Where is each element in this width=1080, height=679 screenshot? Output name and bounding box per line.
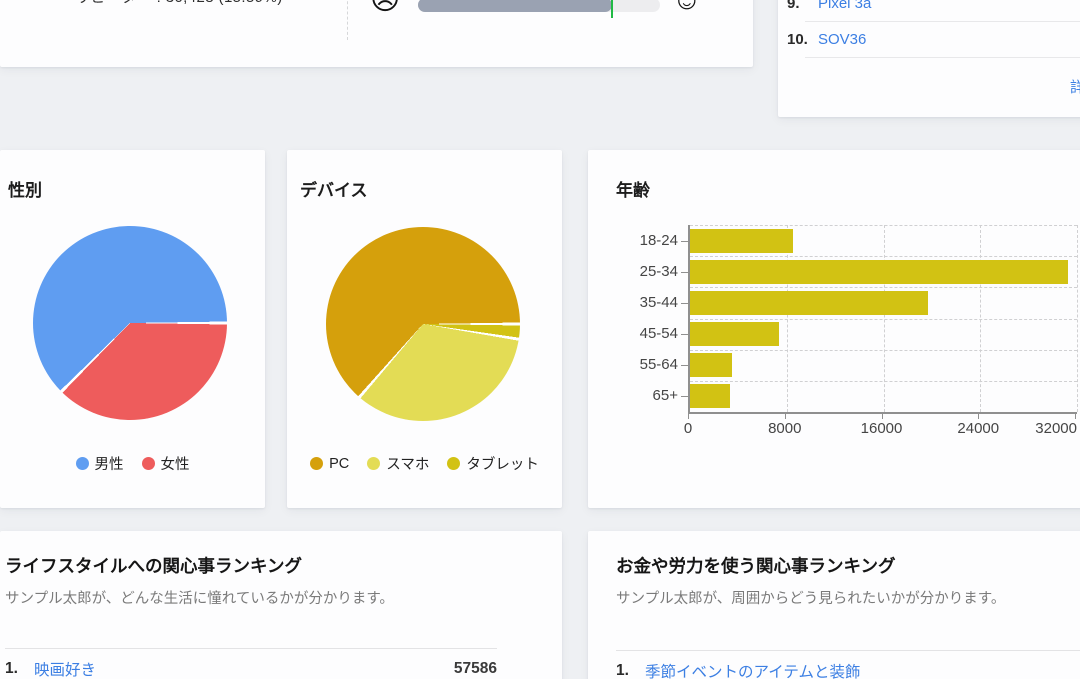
- horizontal-gridline: [690, 350, 1077, 351]
- top-ranking-card: 9.Pixel 3a10.SOV36 詳: [778, 0, 1080, 117]
- list-divider: [805, 57, 1080, 58]
- money-ranking-card: お金や労力を使う関心事ランキング サンプル太郎が、周囲からどう見られたいかが分か…: [588, 531, 1080, 679]
- frown-face-icon: ☹: [370, 0, 400, 15]
- horizontal-gridline: [690, 381, 1077, 382]
- lifestyle-ranking-subtitle: サンプル太郎が、どんな生活に憧れているかが分かります。: [5, 587, 394, 608]
- money-ranking-title: お金や労力を使う関心事ランキング: [616, 553, 895, 578]
- y-axis-tick: [681, 303, 688, 304]
- lifestyle-ranking-card: ライフスタイルへの関心事ランキング サンプル太郎が、どんな生活に憧れているかが分…: [0, 531, 562, 679]
- slider-marker-handle[interactable]: [611, 0, 613, 18]
- visitor-stats-card: リピーター : 30,428 (15.59%) ☹ ☺: [0, 0, 753, 67]
- x-axis-label: 16000: [861, 420, 903, 437]
- section-divider: [347, 0, 348, 40]
- gender-pie-chart: [33, 226, 227, 420]
- repeater-stat-text: リピーター : 30,428 (15.59%): [75, 0, 283, 8]
- vertical-gridline: [1077, 225, 1078, 412]
- ranking-row: 1. 映画好き 57586: [5, 658, 497, 679]
- device-card-title: デバイス: [300, 176, 368, 201]
- smile-face-icon: ☺: [672, 0, 702, 15]
- legend-item[interactable]: スマホ: [367, 453, 429, 474]
- age-bar-45-54: [690, 322, 779, 346]
- gender-card-title: 性別: [8, 176, 42, 201]
- legend-item[interactable]: 男性: [76, 453, 124, 474]
- age-bar-18-24: [690, 229, 793, 253]
- age-chart-card: 年齢 18-24 25-34 35-44 45-54 55-64 65+ 0 8000 1600…: [588, 150, 1080, 508]
- money-item-link[interactable]: 季節イベントのアイテムと装飾: [645, 660, 860, 679]
- x-axis-tick: [785, 414, 786, 419]
- legend-color-dot: [447, 457, 460, 470]
- age-bar-25-34: [690, 260, 1068, 284]
- y-axis-label: 45-54: [588, 326, 678, 342]
- legend-item[interactable]: PC: [310, 453, 349, 474]
- legend-label: 女性: [161, 453, 190, 474]
- ranking-row: 10.SOV36: [778, 22, 1080, 57]
- ranking-row: 9.Pixel 3a: [778, 0, 1080, 21]
- ranking-item-link[interactable]: SOV36: [818, 31, 866, 48]
- legend-color-dot: [76, 457, 89, 470]
- x-axis-tick: [882, 414, 883, 419]
- horizontal-gridline: [690, 287, 1077, 288]
- ranking-list: 9.Pixel 3a10.SOV36: [778, 0, 1080, 58]
- rank-number: 1.: [5, 660, 34, 678]
- y-axis-label: 65+: [588, 388, 678, 404]
- legend-item[interactable]: 女性: [142, 453, 190, 474]
- ranking-row: 1. 季節イベントのアイテムと装飾: [616, 660, 1080, 679]
- y-axis-label: 25-34: [588, 264, 678, 280]
- gender-legend: 男性 女性: [0, 453, 265, 474]
- y-axis-tick: [681, 241, 688, 242]
- horizontal-gridline: [690, 256, 1077, 257]
- see-details-link[interactable]: 詳: [1070, 76, 1080, 97]
- y-axis-tick: [681, 365, 688, 366]
- lifestyle-item-link[interactable]: 映画好き: [34, 658, 96, 679]
- device-pie-chart: [326, 227, 520, 421]
- y-axis-tick: [681, 334, 688, 335]
- y-axis-tick: [681, 396, 688, 397]
- x-axis-label: 24000: [957, 420, 999, 437]
- money-ranking-subtitle: サンプル太郎が、周囲からどう見られたいかが分かります。: [616, 587, 1005, 608]
- legend-label: 男性: [95, 453, 124, 474]
- x-axis-tick: [978, 414, 979, 419]
- y-axis-label: 35-44: [588, 295, 678, 311]
- x-axis-tick: [1075, 414, 1076, 419]
- age-bar-65+: [690, 384, 730, 408]
- rank-number: 1.: [616, 662, 645, 679]
- y-axis-tick: [681, 272, 688, 273]
- item-score: 57586: [454, 660, 497, 678]
- legend-color-dot: [142, 457, 155, 470]
- rank-number: 9.: [787, 0, 818, 12]
- legend-label: スマホ: [386, 453, 429, 474]
- slider-fill: [418, 0, 612, 12]
- rank-number: 10.: [787, 31, 818, 48]
- list-divider: [5, 648, 497, 649]
- device-legend: PC スマホ タブレット: [287, 453, 562, 474]
- legend-label: タブレット: [466, 453, 539, 474]
- gender-chart-card: 性別 男性 女性: [0, 150, 265, 508]
- x-axis-label: 8000: [768, 420, 801, 437]
- satisfaction-slider[interactable]: [418, 0, 660, 12]
- x-axis-label: 32000: [1035, 420, 1077, 437]
- horizontal-gridline: [690, 225, 1077, 226]
- device-chart-card: デバイス PC スマホ タブレット: [287, 150, 562, 508]
- age-bar-35-44: [690, 291, 928, 315]
- legend-item[interactable]: タブレット: [447, 453, 539, 474]
- y-axis-label: 55-64: [588, 357, 678, 373]
- age-card-title: 年齢: [616, 176, 650, 201]
- list-divider: [616, 650, 1080, 651]
- x-axis-label: 0: [684, 420, 692, 437]
- legend-label: PC: [329, 456, 349, 472]
- legend-color-dot: [310, 457, 323, 470]
- x-axis-tick: [688, 414, 689, 419]
- ranking-item-link[interactable]: Pixel 3a: [818, 0, 871, 12]
- horizontal-gridline: [690, 319, 1077, 320]
- age-bar-55-64: [690, 353, 732, 377]
- lifestyle-ranking-title: ライフスタイルへの関心事ランキング: [5, 553, 302, 578]
- age-bar-chart: [688, 225, 1077, 414]
- y-axis-label: 18-24: [588, 233, 678, 249]
- legend-color-dot: [367, 457, 380, 470]
